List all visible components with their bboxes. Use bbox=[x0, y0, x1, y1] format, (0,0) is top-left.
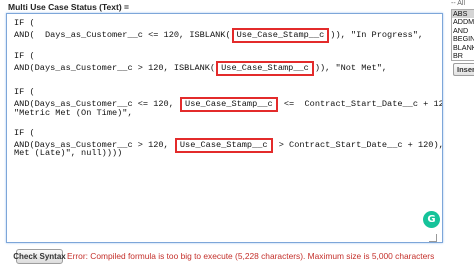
highlighted-field-reference: Use_Case_Stamp__c bbox=[180, 97, 278, 112]
formula-editor[interactable]: IF ( AND( Days_as_Customer__c <= 120, IS… bbox=[6, 13, 443, 243]
highlighted-field-reference: Use_Case_Stamp__c bbox=[216, 61, 314, 76]
formula-line: IF ( bbox=[14, 18, 35, 28]
formula-line: AND( Days_as_Customer__c <= 120, ISBLANK… bbox=[14, 28, 423, 43]
formula-line: AND(Days_as_Customer__c > 120, ISBLANK(U… bbox=[14, 61, 387, 76]
formula-line: "Metric Met (On Time)", bbox=[14, 108, 133, 118]
formula-line: IF ( bbox=[14, 128, 35, 138]
formula-line: Met (Late)", null)))) bbox=[14, 148, 123, 158]
field-label: Multi Use Case Status (Text) = bbox=[8, 2, 129, 12]
functions-panel: -- All ABS ADDMI AND BEGIN BLANK BR Inse… bbox=[451, 0, 474, 80]
grammarly-icon[interactable]: G bbox=[423, 211, 440, 228]
resize-handle-icon[interactable] bbox=[429, 234, 437, 242]
function-category-select[interactable]: -- All bbox=[451, 0, 474, 8]
function-list[interactable]: ABS ADDMI AND BEGIN BLANK BR bbox=[451, 9, 474, 61]
highlighted-field-reference: Use_Case_Stamp__c bbox=[174, 138, 273, 153]
formula-line: IF ( bbox=[14, 51, 35, 61]
check-syntax-button[interactable]: Check Syntax bbox=[13, 249, 66, 264]
error-message: Error: Compiled formula is too big to ex… bbox=[67, 251, 435, 261]
highlighted-field-reference: Use_Case_Stamp__c bbox=[231, 28, 330, 43]
insert-button[interactable]: Insert bbox=[453, 63, 474, 76]
formula-line: IF ( bbox=[14, 87, 35, 97]
function-item[interactable]: BR bbox=[452, 51, 474, 60]
